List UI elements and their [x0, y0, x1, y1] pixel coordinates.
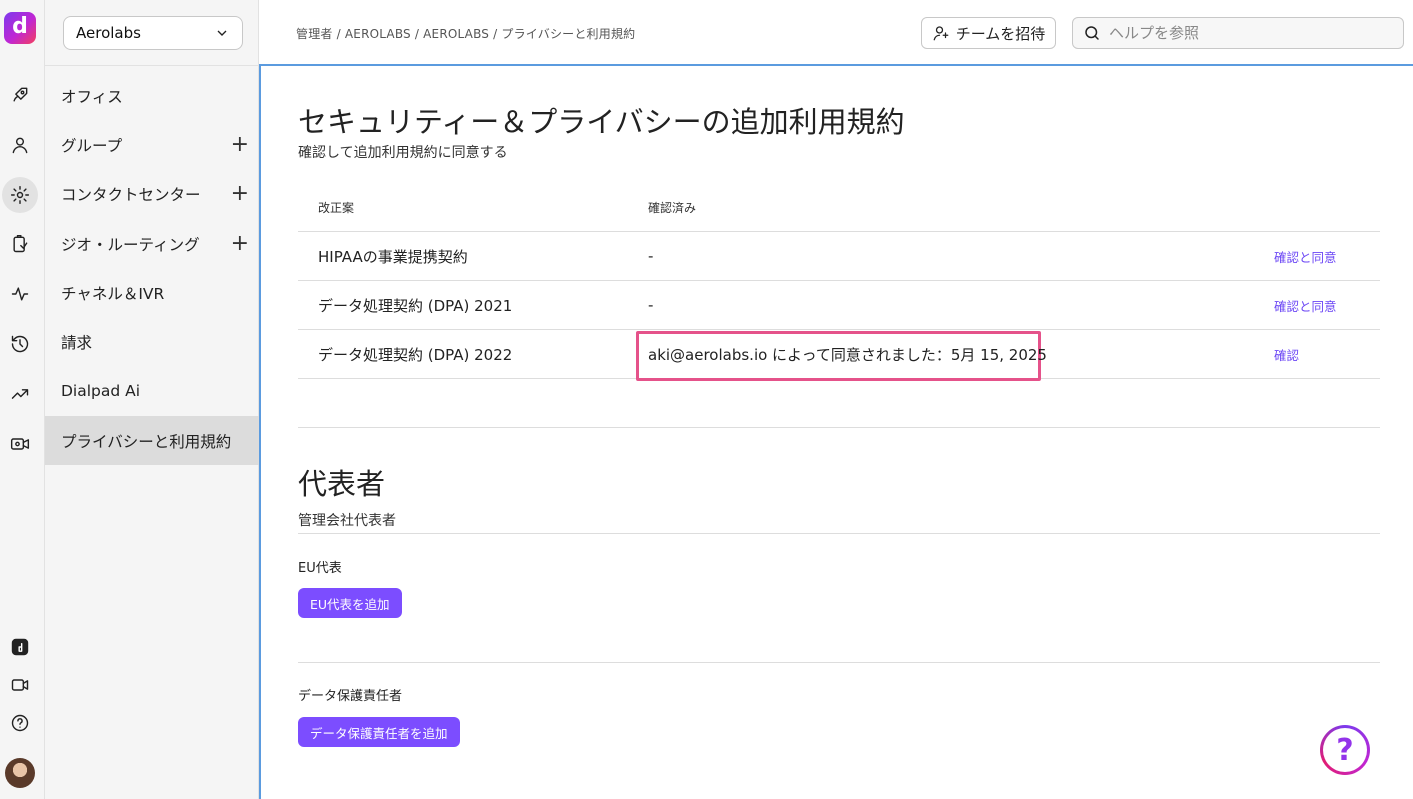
page-subtitle: 確認して追加利用規約に同意する — [298, 145, 508, 161]
org-select[interactable]: Aerolabs — [63, 16, 243, 50]
representatives-title: 代表者 — [298, 467, 386, 501]
table-row: データ処理契約 (DPA) 2021 - 確認と同意 — [298, 281, 1380, 330]
sidebar-item-groups[interactable]: グループ + — [45, 120, 259, 169]
help-search[interactable] — [1072, 17, 1404, 49]
icon-rail: d — [0, 0, 45, 799]
row-status: aki@aerolabs.io によって同意されました：5月 15, 2025 — [648, 345, 1047, 364]
section-divider — [298, 662, 1380, 663]
sidebar-item-label: オフィス — [61, 87, 123, 106]
sidebar-item-label: Dialpad Ai — [61, 382, 141, 401]
sidebar-divider — [45, 65, 259, 66]
org-select-value: Aerolabs — [76, 24, 141, 42]
sidebar-item-billing[interactable]: 請求 — [45, 317, 259, 366]
sidebar-item-label: ジオ・ルーティング — [61, 235, 200, 254]
trending-icon[interactable] — [0, 376, 40, 412]
review-link[interactable]: 確認 — [1274, 348, 1299, 363]
add-dpo-button[interactable]: データ保護責任者を追加 — [298, 717, 460, 747]
plus-icon[interactable]: + — [231, 133, 249, 156]
terms-table: 改正案 確認済み HIPAAの事業提携契約 - 確認と同意 データ処理契約 (D… — [298, 183, 1380, 381]
help-circle-icon[interactable] — [0, 705, 40, 741]
activity-icon[interactable] — [0, 276, 40, 312]
table-header: 改正案 確認済み — [298, 183, 1380, 232]
section-divider — [298, 533, 1380, 534]
dialpad-app-icon[interactable] — [0, 629, 40, 665]
add-person-icon — [933, 26, 949, 41]
help-fab-button[interactable]: ? — [1320, 725, 1370, 775]
eu-representative-label: EU代表 — [298, 561, 342, 576]
sidebar-item-office[interactable]: オフィス — [45, 71, 259, 120]
sidebar-item-privacy-terms[interactable]: プライバシーと利用規約 — [45, 416, 259, 466]
review-agree-link[interactable]: 確認と同意 — [1274, 250, 1337, 265]
user-avatar[interactable] — [5, 758, 35, 788]
table-row: HIPAAの事業提携契約 - 確認と同意 — [298, 232, 1380, 281]
invite-team-button[interactable]: チームを招待 — [921, 17, 1056, 49]
video-icon[interactable] — [0, 667, 40, 703]
table-row: データ処理契約 (DPA) 2022 aki@aerolabs.io によって同… — [298, 330, 1380, 381]
add-eu-representative-button[interactable]: EU代表を追加 — [298, 588, 402, 618]
dpo-label: データ保護責任者 — [298, 689, 403, 704]
row-status-cell: aki@aerolabs.io によって同意されました：5月 15, 2025 — [628, 330, 1228, 381]
sidebar-item-contact-center[interactable]: コンタクトセンター + — [45, 170, 259, 219]
clipboard-icon[interactable] — [0, 226, 40, 262]
top-bar: 管理者 / AEROLABS / AEROLABS / プライバシーと利用規約 … — [259, 0, 1413, 64]
row-name: HIPAAの事業提携契約 — [318, 247, 468, 266]
row-status: - — [648, 296, 654, 314]
sidebar-item-label: 請求 — [61, 334, 93, 353]
row-status: - — [648, 247, 654, 265]
sidebar-item-channels-ivr[interactable]: チャネル＆IVR — [45, 268, 259, 317]
main-panel: セキュリティー＆プライバシーの追加利用規約 確認して追加利用規約に同意する 改正… — [259, 64, 1413, 799]
chevron-down-icon — [217, 30, 227, 36]
sidebar-nav: オフィス グループ + コンタクトセンター + ジオ・ルーティング + チャネル… — [45, 71, 259, 466]
sidebar-item-label: グループ — [61, 136, 123, 155]
invite-team-label: チームを招待 — [955, 24, 1046, 43]
rocket-icon[interactable] — [0, 77, 40, 113]
row-name: データ処理契約 (DPA) 2022 — [318, 345, 513, 364]
sidebar-item-label: コンタクトセンター — [61, 186, 201, 205]
row-name: データ処理契約 (DPA) 2021 — [318, 296, 513, 315]
breadcrumb[interactable]: 管理者 / AEROLABS / AEROLABS / プライバシーと利用規約 — [296, 25, 635, 42]
column-header-amendment: 改正案 — [318, 200, 355, 215]
sidebar-item-label: プライバシーと利用規約 — [61, 432, 232, 451]
video-settings-icon[interactable] — [0, 426, 40, 462]
settings-gear-icon[interactable] — [0, 177, 40, 213]
plus-icon[interactable]: + — [231, 183, 249, 205]
sidebar-item-label: チャネル＆IVR — [61, 284, 165, 303]
person-icon[interactable] — [0, 127, 40, 163]
column-header-confirmed: 確認済み — [648, 200, 697, 215]
sidebar: Aerolabs オフィス グループ + コンタクトセンター + ジオ・ルーティ… — [45, 0, 259, 799]
sidebar-item-geo-routing[interactable]: ジオ・ルーティング + — [45, 219, 259, 268]
question-mark-icon: ? — [1323, 728, 1367, 772]
plus-icon[interactable]: + — [231, 232, 249, 255]
help-search-input[interactable] — [1109, 24, 1389, 42]
page-title: セキュリティー＆プライバシーの追加利用規約 — [298, 105, 905, 139]
review-agree-link[interactable]: 確認と同意 — [1274, 299, 1337, 314]
history-icon[interactable] — [0, 326, 40, 362]
search-icon — [1085, 26, 1099, 40]
sidebar-item-dialpad-ai[interactable]: Dialpad Ai — [45, 367, 259, 416]
dialpad-logo[interactable]: d — [4, 12, 36, 44]
section-divider — [298, 427, 1380, 428]
representatives-subtitle: 管理会社代表者 — [298, 513, 396, 529]
